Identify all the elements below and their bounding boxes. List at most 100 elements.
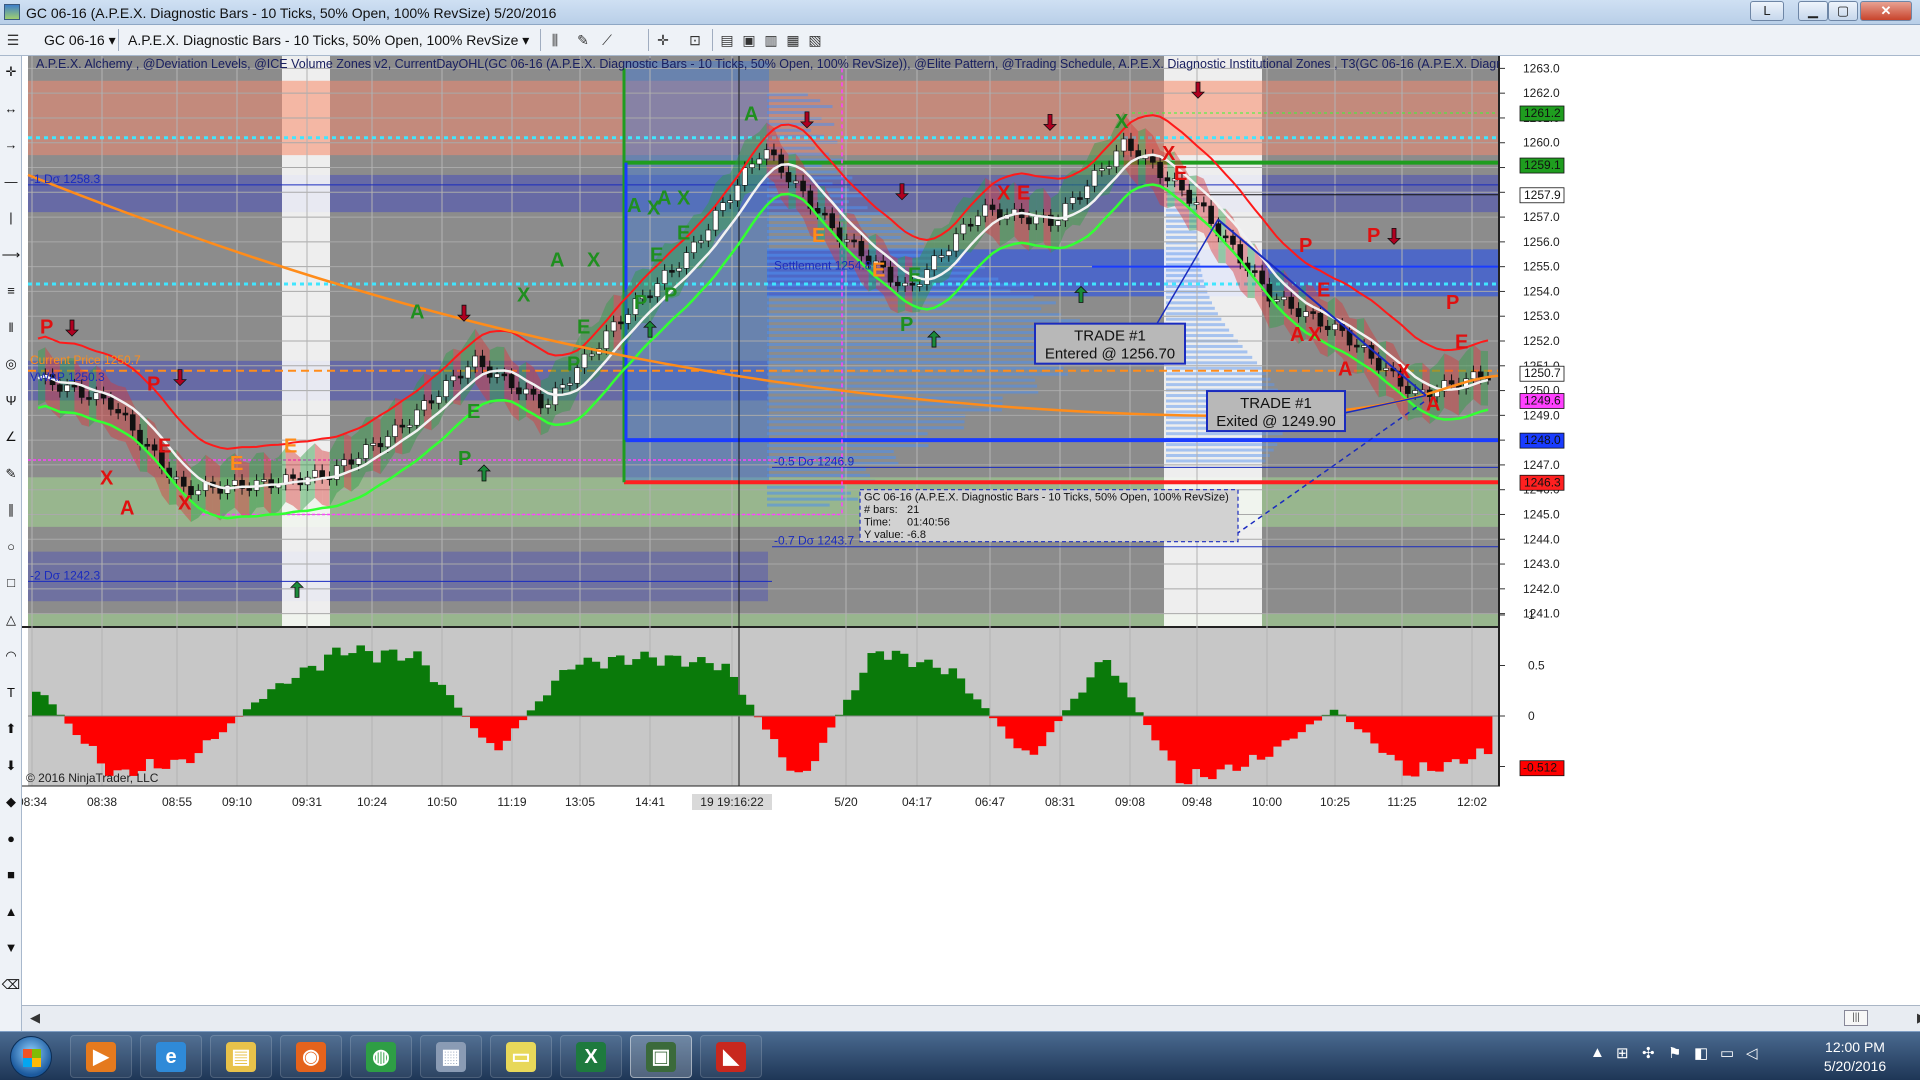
indicators-icon[interactable]: ▥ <box>762 31 780 49</box>
taskbar-excel-button[interactable]: X <box>560 1035 622 1078</box>
fib-icon[interactable]: ≡ <box>0 281 22 301</box>
taskbar-firefox-button[interactable]: ◉ <box>280 1035 342 1078</box>
histogram-bar <box>1143 716 1152 726</box>
arrow-right-icon[interactable]: → <box>0 135 22 155</box>
candle-body <box>1106 166 1112 170</box>
tray-icon[interactable]: ✣ <box>1642 1044 1655 1062</box>
properties-icon[interactable]: ▤ <box>718 31 736 49</box>
histogram-bar <box>242 709 252 716</box>
eraser-icon[interactable]: ⌫ <box>0 975 22 995</box>
zoom-icon[interactable]: ⊡ <box>686 31 704 49</box>
candle-body <box>603 330 610 349</box>
taskbar-file-explorer-button[interactable]: ▤ <box>210 1035 272 1078</box>
time-axis-label: 09:10 <box>222 795 252 809</box>
candle-body <box>421 400 427 411</box>
templates-icon[interactable]: ▧ <box>806 31 824 49</box>
horizontal-arrow-icon[interactable]: ↔ <box>0 99 22 119</box>
candle-body <box>86 397 92 400</box>
time-axis-label: 10:50 <box>427 795 457 809</box>
channel-icon[interactable]: ∥ <box>0 500 22 520</box>
candle-body <box>1208 205 1214 224</box>
taskbar-media-player-button[interactable]: ▶ <box>70 1035 132 1078</box>
crosshair-icon[interactable]: ✛ <box>654 31 672 49</box>
candle-body <box>1273 299 1280 303</box>
histogram-bar <box>697 657 706 716</box>
pencil-icon[interactable]: ✎ <box>0 464 22 484</box>
bars-icon[interactable]: ‖ <box>0 318 22 338</box>
chart-scrollbar[interactable]: ◀ ||| ▶ <box>22 1005 1920 1031</box>
triangle-icon[interactable]: △ <box>0 610 22 630</box>
maximize-button[interactable]: ▢ <box>1828 1 1858 21</box>
candle-body <box>661 270 668 284</box>
start-button[interactable] <box>10 1036 52 1078</box>
scroll-left-icon[interactable]: ◀ <box>30 1010 40 1026</box>
text-icon[interactable]: T <box>0 683 22 703</box>
candle-body <box>676 268 683 272</box>
time-axis-label: 04:17 <box>902 795 932 809</box>
taskbar-apex-app-button[interactable]: ◣ <box>700 1035 762 1078</box>
minimize-button[interactable]: ▁ <box>1798 1 1828 21</box>
histogram-bar <box>494 716 503 751</box>
level-label: Current Price 1250.7 <box>30 353 141 367</box>
candle-body <box>1055 220 1061 226</box>
close-button[interactable]: ✕ <box>1860 1 1912 21</box>
tray-icon[interactable]: ⊞ <box>1616 1044 1629 1062</box>
axis-divider <box>1498 56 1500 786</box>
arrow-down-red-icon[interactable]: ⬇ <box>0 756 22 776</box>
taskbar-ninjatrader-button[interactable]: ▣ <box>630 1035 692 1078</box>
taskbar-chrome-button[interactable]: ◍ <box>350 1035 412 1078</box>
histogram-bar <box>1232 716 1241 771</box>
candle-body <box>1193 202 1200 205</box>
histogram-bar <box>470 716 479 729</box>
strategies-icon[interactable]: ▣ <box>740 31 758 49</box>
price-chart[interactable]: PPXAEXEEAXA XEPPEA XA XEEP PAEE EPX EXXEEP PA XA… <box>22 56 1920 1005</box>
dot-icon[interactable]: ● <box>0 829 22 849</box>
histogram-bar <box>1467 716 1477 760</box>
candle-body <box>785 172 792 183</box>
ellipse-icon[interactable]: ○ <box>0 537 22 557</box>
triangle-down-icon[interactable]: ▼ <box>0 938 22 958</box>
vertical-line-icon[interactable]: | <box>0 208 22 228</box>
signal-label-x: X <box>1115 111 1129 133</box>
histogram-bar <box>551 680 560 716</box>
taskbar-clock[interactable]: 12:00 PM 5/20/2016 <box>1800 1038 1910 1076</box>
histogram-bar <box>672 655 682 716</box>
pitchfork-icon[interactable]: Ψ <box>0 391 22 411</box>
square-icon[interactable]: ■ <box>0 865 22 885</box>
triangle-up-icon[interactable]: ▲ <box>0 902 22 922</box>
angle-icon[interactable]: ∠ <box>0 427 22 447</box>
tray-icon[interactable]: ▭ <box>1720 1044 1734 1062</box>
tray-icon[interactable]: ◁ <box>1746 1044 1758 1062</box>
taskbar-internet-explorer-button[interactable]: e <box>140 1035 202 1078</box>
bottom-demand-zone <box>28 613 1498 626</box>
bar-style-icon[interactable]: ⫼ <box>546 31 564 49</box>
chart-trader-icon[interactable]: ▦ <box>784 31 802 49</box>
arrow-up-green-icon[interactable]: ⬆ <box>0 719 22 739</box>
tray-icon[interactable]: ◧ <box>1694 1044 1708 1062</box>
crosshair-icon[interactable]: ✛ <box>0 62 22 82</box>
diamond-icon[interactable]: ◆ <box>0 792 22 812</box>
horizontal-line-icon[interactable]: — <box>0 172 22 192</box>
instrument-selector[interactable]: GC 06-16 ▾ <box>44 32 116 49</box>
layout-button[interactable]: L <box>1750 1 1784 21</box>
level-label: -2 Dσ 1242.3 <box>30 568 100 582</box>
arc-icon[interactable]: ◠ <box>0 646 22 666</box>
signal-label-e: E <box>1455 331 1468 353</box>
candle-body <box>428 400 435 404</box>
chart-menu-icon[interactable]: ☰ <box>4 31 22 49</box>
toolbar-separator <box>540 29 541 51</box>
draw-line-icon[interactable]: ⟋ <box>598 31 616 49</box>
tray-icon[interactable]: ▲ <box>1590 1044 1605 1061</box>
bar-type-selector[interactable]: A.P.E.X. Diagnostic Bars - 10 Ticks, 50%… <box>128 32 529 49</box>
tray-icon[interactable]: ⚑ <box>1668 1044 1681 1062</box>
taskbar-calculator-button[interactable]: ▦ <box>420 1035 482 1078</box>
histogram-bar <box>1062 710 1071 716</box>
target-icon[interactable]: ◎ <box>0 354 22 374</box>
ray-icon[interactable]: ⟶ <box>0 245 22 265</box>
taskbar-sticky-notes-button[interactable]: ▭ <box>490 1035 552 1078</box>
pencil-icon[interactable]: ✎ <box>574 31 592 49</box>
scroll-thumb[interactable]: ||| <box>1844 1010 1868 1026</box>
time-axis-label: 13:05 <box>565 795 595 809</box>
candle-body <box>829 213 836 229</box>
rectangle-icon[interactable]: □ <box>0 573 22 593</box>
